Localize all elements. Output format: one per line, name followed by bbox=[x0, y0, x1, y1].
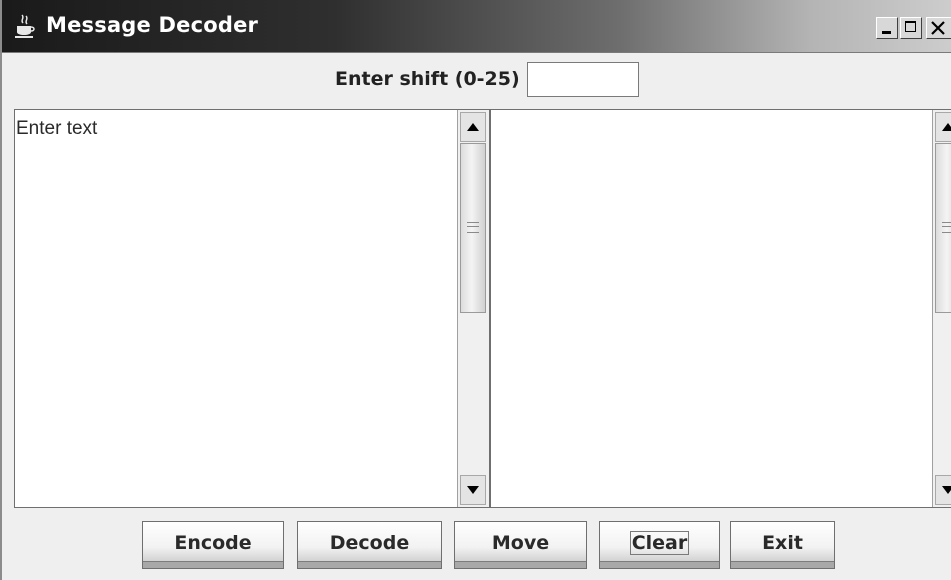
button-row: Encode Decode Move Clear Exit bbox=[2, 508, 951, 580]
input-scrollbar[interactable] bbox=[457, 110, 489, 507]
move-button[interactable]: Move bbox=[454, 521, 587, 569]
minimize-icon[interactable] bbox=[876, 17, 898, 39]
encode-button-label: Encode bbox=[174, 532, 252, 554]
decode-button-label: Decode bbox=[329, 532, 410, 554]
scroll-thumb[interactable] bbox=[460, 143, 486, 313]
message-decoder-window: Message Decoder Enter shift (0-25) Enter… bbox=[0, 0, 951, 580]
output-scrollbar[interactable] bbox=[932, 110, 951, 507]
scroll-down-icon[interactable] bbox=[935, 475, 951, 505]
move-button-label: Move bbox=[491, 532, 550, 554]
output-textarea[interactable] bbox=[491, 110, 932, 507]
scroll-thumb[interactable] bbox=[935, 143, 951, 313]
shift-label: Enter shift (0-25) bbox=[335, 68, 520, 90]
maximize-icon[interactable] bbox=[900, 17, 922, 39]
exit-button[interactable]: Exit bbox=[730, 521, 835, 569]
encode-button[interactable]: Encode bbox=[142, 521, 284, 569]
scroll-down-icon[interactable] bbox=[460, 475, 486, 505]
input-text-pane bbox=[14, 109, 490, 508]
title-bar[interactable]: Message Decoder bbox=[2, 0, 951, 53]
output-text-pane bbox=[490, 109, 951, 508]
window-title: Message Decoder bbox=[46, 13, 259, 37]
shift-row: Enter shift (0-25) bbox=[2, 52, 951, 109]
java-cup-icon bbox=[15, 14, 35, 38]
shift-input[interactable] bbox=[527, 62, 639, 97]
exit-button-label: Exit bbox=[762, 532, 803, 554]
input-textarea[interactable] bbox=[15, 110, 457, 507]
clear-button-label: Clear bbox=[629, 531, 690, 555]
grip-icon bbox=[942, 222, 951, 233]
clear-button[interactable]: Clear bbox=[599, 521, 720, 569]
grip-icon bbox=[467, 222, 479, 233]
decode-button[interactable]: Decode bbox=[297, 521, 442, 569]
scroll-up-icon[interactable] bbox=[935, 112, 951, 142]
close-icon[interactable] bbox=[926, 17, 951, 39]
scroll-up-icon[interactable] bbox=[460, 112, 486, 142]
